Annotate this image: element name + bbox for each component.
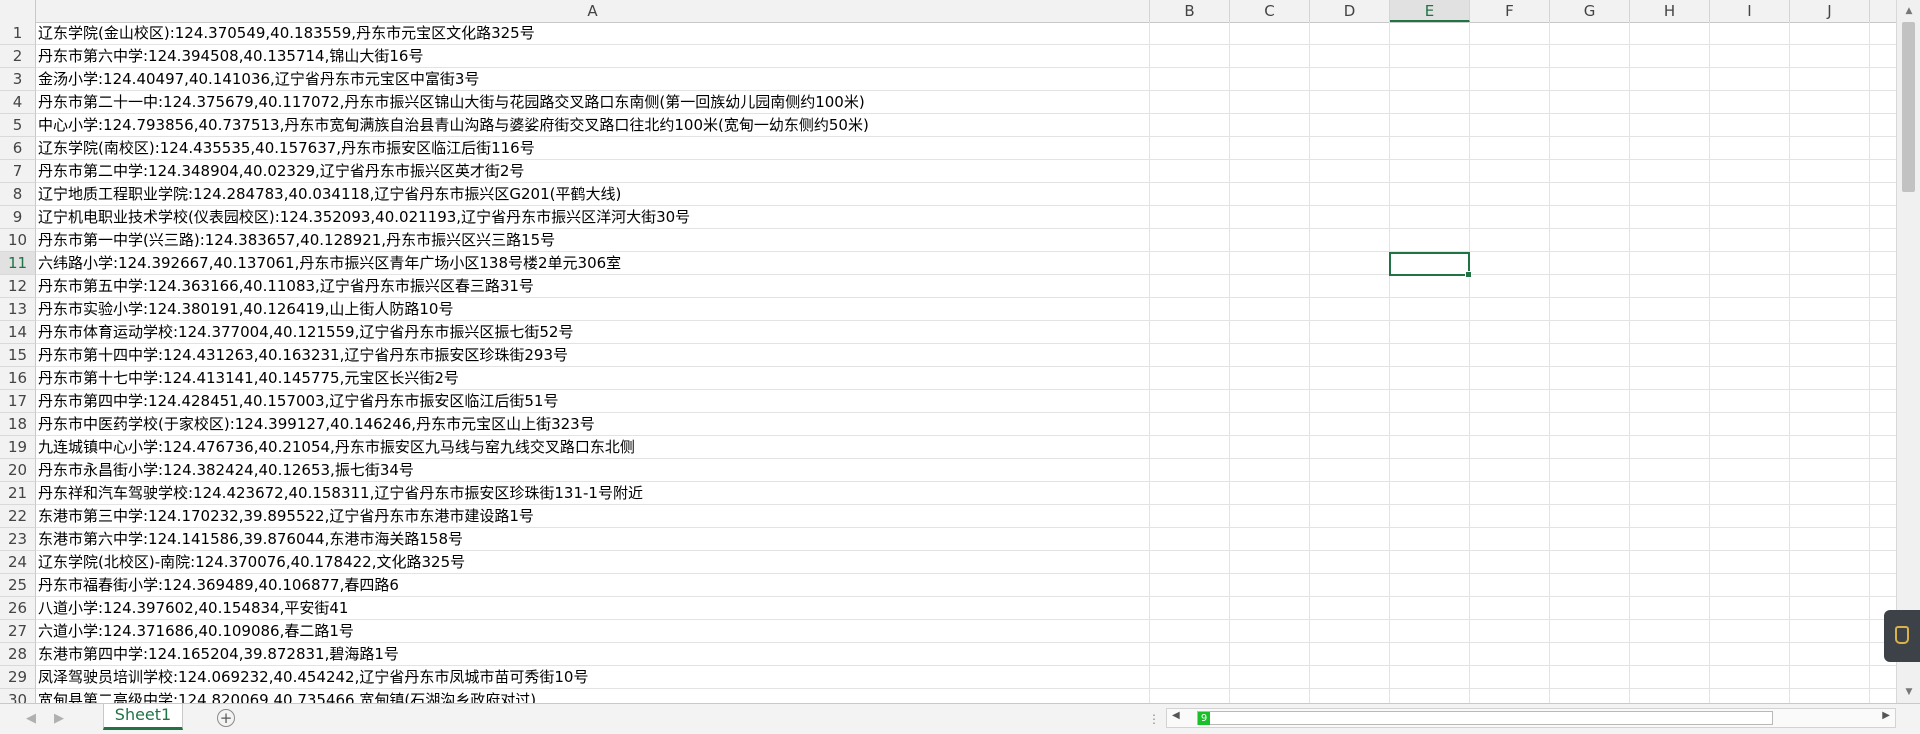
scroll-down-icon[interactable]: ▼ [1897,683,1920,701]
cell-a[interactable]: 宽甸县第二高级中学:124.820069,40.735466,宽甸镇(石湖沟乡政… [36,689,1896,703]
row-header[interactable]: 19 [0,436,36,459]
sheet-tab-bar: ◀ ▶ Sheet1 + ⋮ ◀ 9 ▶ [0,703,1920,734]
row-header[interactable]: 22 [0,505,36,528]
cell-a[interactable]: 金汤小学:124.40497,40.141036,辽宁省丹东市元宝区中富街3号 [36,68,1896,91]
cell-a[interactable]: 丹东市永昌街小学:124.382424,40.12653,振七街34号 [36,459,1896,482]
row-header[interactable]: 13 [0,298,36,321]
row-header[interactable]: 3 [0,68,36,91]
cell-a[interactable]: 辽东学院(南校区):124.435535,40.157637,丹东市振安区临江后… [36,137,1896,160]
row-header[interactable]: 8 [0,183,36,206]
row-header[interactable]: 9 [0,206,36,229]
cell-a[interactable]: 丹东市中医药学校(于家校区):124.399127,40.146246,丹东市元… [36,413,1896,436]
vertical-scrollbar[interactable]: ▲ ▼ [1896,0,1920,703]
row-header[interactable]: 21 [0,482,36,505]
column-header-a[interactable]: A [36,0,1150,22]
row-header[interactable]: 20 [0,459,36,482]
scroll-left-icon[interactable]: ◀ [1172,710,1180,721]
scroll-right-icon[interactable]: ▶ [1882,710,1890,721]
row-header[interactable]: 27 [0,620,36,643]
column-header-i[interactable]: I [1710,0,1790,22]
column-header-b[interactable]: B [1150,0,1230,22]
cell-a[interactable]: 丹东市第六中学:124.394508,40.135714,锦山大街16号 [36,45,1896,68]
row-header[interactable]: 4 [0,91,36,114]
cell-a[interactable]: 丹东市第一中学(兴三路):124.383657,40.128921,丹东市振兴区… [36,229,1896,252]
cell-a[interactable]: 丹东市第四中学:124.428451,40.157003,辽宁省丹东市振安区临江… [36,390,1896,413]
cell-a[interactable]: 辽宁地质工程职业学院:124.284783,40.034118,辽宁省丹东市振兴… [36,183,1896,206]
column-header-c[interactable]: C [1230,0,1310,22]
vertical-scroll-thumb[interactable] [1902,22,1915,192]
cell-a[interactable]: 凤泽驾驶员培训学校:124.069232,40.454242,辽宁省丹东市凤城市… [36,666,1896,689]
split-handle-icon[interactable]: ⋮ [1148,712,1160,726]
cell-a[interactable]: 丹东祥和汽车驾驶学校:124.423672,40.158311,辽宁省丹东市振安… [36,482,1896,505]
row-header[interactable]: 16 [0,367,36,390]
next-sheet-icon[interactable]: ▶ [54,711,64,726]
row-header[interactable]: 10 [0,229,36,252]
row-header[interactable]: 18 [0,413,36,436]
column-header-g[interactable]: G [1550,0,1630,22]
horizontal-scroll-thumb[interactable] [1197,711,1773,725]
cell-a[interactable]: 中心小学:124.793856,40.737513,丹东市宽甸满族自治县青山沟路… [36,114,1896,137]
column-header-f[interactable]: F [1470,0,1550,22]
row-header[interactable]: 1 [0,22,36,45]
row-header[interactable]: 2 [0,45,36,68]
prev-sheet-icon[interactable]: ◀ [26,711,36,726]
row-header[interactable]: 17 [0,390,36,413]
cell-a[interactable]: 丹东市第二中学:124.348904,40.02329,辽宁省丹东市振兴区英才街… [36,160,1896,183]
cell-a[interactable]: 东港市第三中学:124.170232,39.895522,辽宁省丹东市东港市建设… [36,505,1896,528]
cell-a[interactable]: 丹东市体育运动学校:124.377004,40.121559,辽宁省丹东市振兴区… [36,321,1896,344]
row-header[interactable]: 25 [0,574,36,597]
cell-a[interactable]: 九连城镇中心小学:124.476736,40.21054,丹东市振安区九马线与窑… [36,436,1896,459]
column-header-h[interactable]: H [1630,0,1710,22]
add-sheet-button[interactable]: + [217,709,235,727]
row-header[interactable]: 14 [0,321,36,344]
cell-a[interactable]: 东港市第四中学:124.165204,39.872831,碧海路1号 [36,643,1896,666]
cell-a[interactable]: 丹东市实验小学:124.380191,40.126419,山上街人防路10号 [36,298,1896,321]
cell-a[interactable]: 辽东学院(北校区)-南院:124.370076,40.178422,文化路325… [36,551,1896,574]
cell-a[interactable]: 八道小学:124.397602,40.154834,平安街41 [36,597,1896,620]
row-header[interactable]: 15 [0,344,36,367]
row-header[interactable]: 11 [0,252,36,275]
cell-a[interactable]: 丹东市第二十一中:124.375679,40.117072,丹东市振兴区锦山大街… [36,91,1896,114]
scroll-up-icon[interactable]: ▲ [1897,2,1920,20]
cell-a[interactable]: 丹东市福春街小学:124.369489,40.106877,春四路6 [36,574,1896,597]
cell-a[interactable]: 六道小学:124.371686,40.109086,春二路1号 [36,620,1896,643]
sheet-tab-sheet1[interactable]: Sheet1 [103,704,183,730]
row-header[interactable]: 28 [0,643,36,666]
row-header[interactable]: 5 [0,114,36,137]
row-header[interactable]: 12 [0,275,36,298]
column-header-d[interactable]: D [1310,0,1390,22]
active-cell-e11[interactable] [1389,252,1472,278]
row-header[interactable]: 6 [0,137,36,160]
column-header-j[interactable]: J [1790,0,1870,22]
row-header[interactable]: 7 [0,160,36,183]
row-header[interactable]: 29 [0,666,36,689]
row-header[interactable]: 24 [0,551,36,574]
horizontal-scrollbar[interactable]: ◀ 9 ▶ [1166,708,1896,728]
cell-a[interactable]: 辽宁机电职业技术学校(仪表园校区):124.352093,40.021193,辽… [36,206,1896,229]
cell-a[interactable]: 丹东市第十七中学:124.413141,40.145775,元宝区长兴街2号 [36,367,1896,390]
cell-a[interactable]: 东港市第六中学:124.141586,39.876044,东港市海关路158号 [36,528,1896,551]
floating-assistant-button[interactable] [1884,610,1920,662]
spreadsheet-grid[interactable]: G ABCDEFGHIJ 1辽东学院(金山校区):124.370549,40.1… [0,0,1920,703]
row-header[interactable]: 26 [0,597,36,620]
row-header[interactable]: 23 [0,528,36,551]
hscroll-marker: 9 [1198,712,1210,725]
cell-a[interactable]: 丹东市第十四中学:124.431263,40.163231,辽宁省丹东市振安区珍… [36,344,1896,367]
cell-a[interactable]: 辽东学院(金山校区):124.370549,40.183559,丹东市元宝区文化… [36,22,1896,45]
select-all-corner[interactable] [0,0,36,22]
cell-a[interactable]: 六纬路小学:124.392667,40.137061,丹东市振兴区青年广场小区1… [36,252,1896,275]
cell-a[interactable]: 丹东市第五中学:124.363166,40.11083,辽宁省丹东市振兴区春三路… [36,275,1896,298]
fill-handle[interactable] [1465,271,1472,278]
row-header[interactable]: 30 [0,689,36,703]
column-header-e[interactable]: E [1390,0,1470,22]
jar-icon [1895,626,1909,644]
